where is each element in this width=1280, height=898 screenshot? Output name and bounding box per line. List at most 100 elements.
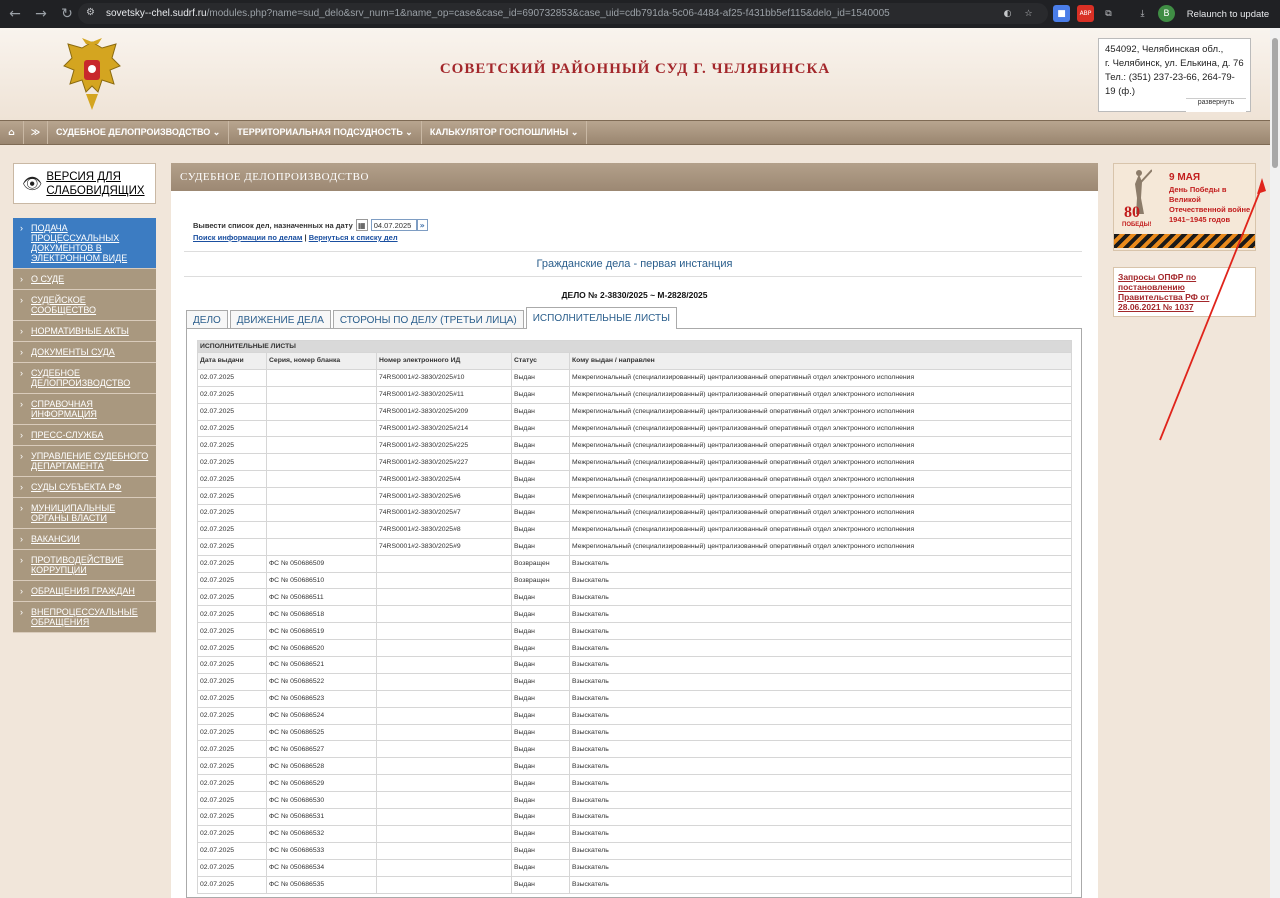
sidebar-item-anticorruption[interactable]: › ПРОТИВОДЕЙСТВИЕ КОРРУПЦИИ bbox=[13, 550, 156, 581]
cell-recipient: Взыскатель bbox=[569, 841, 1072, 860]
cell-electronic-id bbox=[376, 554, 512, 573]
cell-form-number: ФС № 050686532 bbox=[266, 824, 377, 843]
download-icon[interactable]: ⤓ bbox=[1134, 5, 1151, 22]
sidebar-item-label: ОБРАЩЕНИЯ ГРАЖДАН bbox=[31, 586, 135, 596]
cell-form-number bbox=[266, 368, 377, 387]
cell-status: Выдан bbox=[511, 774, 570, 793]
date-input[interactable]: 04.07.2025 bbox=[370, 219, 417, 231]
sidebar-item-proceedings[interactable]: › СУДЕБНОЕ ДЕЛОПРОИЗВОДСТВО bbox=[13, 363, 156, 394]
nav-item-court-proceedings[interactable]: СУДЕБНОЕ ДЕЛОПРОИЗВОДСТВО ⌄ bbox=[48, 121, 230, 144]
go-arrow-icon[interactable]: » bbox=[416, 219, 428, 231]
cell-form-number: ФС № 050686510 bbox=[266, 571, 377, 590]
cell-electronic-id bbox=[376, 706, 512, 725]
cell-electronic-id: 74RS0001#2-3830/2025#209 bbox=[376, 402, 512, 421]
cell-form-number: ФС № 050686529 bbox=[266, 774, 377, 793]
tab-case-movement[interactable]: ДВИЖЕНИЕ ДЕЛА bbox=[229, 310, 331, 329]
cell-status: Выдан bbox=[511, 808, 570, 826]
cell-status: Выдан bbox=[511, 487, 570, 506]
opfr-requests-link[interactable]: Запросы ОПФР по постановлению Правительс… bbox=[1113, 267, 1256, 317]
puzzle-icon[interactable]: ⧉ bbox=[1100, 5, 1117, 22]
cell-issue-date: 02.07.2025 bbox=[197, 537, 267, 556]
table-row: 02.07.2025 ФС № 050686534 Выдан Взыскатель bbox=[197, 858, 1072, 877]
cell-issue-date: 02.07.2025 bbox=[197, 774, 267, 793]
tab-parties[interactable]: СТОРОНЫ ПО ДЕЛУ (ТРЕТЬИ ЛИЦА) bbox=[332, 310, 524, 329]
column-header: Номер электронного ИД bbox=[376, 352, 512, 370]
cell-issue-date: 02.07.2025 bbox=[197, 436, 267, 455]
cell-electronic-id bbox=[376, 858, 512, 877]
cell-issue-date: 02.07.2025 bbox=[197, 419, 267, 438]
site-info-icon[interactable]: ⚙ bbox=[86, 7, 100, 21]
forward-icon[interactable]: → bbox=[30, 3, 52, 25]
relaunch-button[interactable]: Relaunch to update bbox=[1180, 4, 1276, 24]
address-bar[interactable]: ⚙ sovetsky--chel.sudrf.ru/modules.php?na… bbox=[78, 3, 1048, 24]
cell-form-number: ФС № 050686523 bbox=[266, 689, 377, 708]
sidebar-item-reference[interactable]: › СПРАВОЧНАЯ ИНФОРМАЦИЯ bbox=[13, 394, 156, 425]
cell-status: Выдан bbox=[511, 470, 570, 489]
sidebar-item-appeals[interactable]: › ОБРАЩЕНИЯ ГРАЖДАН bbox=[13, 581, 156, 602]
table-row: 02.07.2025 ФС № 050686527 Выдан Взыскатель bbox=[197, 740, 1072, 759]
cell-recipient: Межрегиональный (специализированный) цен… bbox=[569, 487, 1072, 506]
translate-icon[interactable]: ◐ bbox=[999, 5, 1016, 22]
sidebar-item-e-filing[interactable]: › ПОДАЧА ПРОЦЕССУАЛЬНЫХ ДОКУМЕНТОВ В ЭЛЕК… bbox=[13, 218, 156, 269]
cell-electronic-id: 74RS0001#2-3830/2025#214 bbox=[376, 419, 512, 438]
sidebar-item-department[interactable]: › УПРАВЛЕНИЕ СУДЕБНОГО ДЕПАРТАМЕНТА bbox=[13, 446, 156, 477]
bookmark-star-icon[interactable]: ☆ bbox=[1020, 5, 1037, 22]
table-row: 02.07.2025 ФС № 050686519 Выдан Взыскатель bbox=[197, 622, 1072, 641]
banner-text: День Победы в Великой Отечественной войн… bbox=[1169, 185, 1251, 224]
nav-item-fee-calculator[interactable]: КАЛЬКУЛЯТОР ГОСПОШЛИНЫ ⌄ bbox=[422, 121, 588, 144]
cell-issue-date: 02.07.2025 bbox=[197, 858, 267, 877]
cell-electronic-id bbox=[376, 723, 512, 742]
cell-status: Выдан bbox=[511, 419, 570, 438]
sidebar-item-regulations[interactable]: › НОРМАТИВНЫЕ АКТЫ bbox=[13, 321, 156, 342]
scrollbar-thumb[interactable] bbox=[1272, 38, 1278, 168]
tab-writs[interactable]: ИСПОЛНИТЕЛЬНЫЕ ЛИСТЫ bbox=[525, 307, 677, 329]
cell-form-number bbox=[266, 487, 377, 506]
sidebar-item-documents[interactable]: › ДОКУМЕНТЫ СУДА bbox=[13, 342, 156, 363]
sidebar-item-vacancies[interactable]: › ВАКАНСИИ bbox=[13, 529, 156, 550]
sidebar-item-press[interactable]: › ПРЕСС-СЛУЖБА bbox=[13, 425, 156, 446]
adblock-icon[interactable]: ABP bbox=[1077, 5, 1094, 22]
victory-day-banner[interactable]: 80 ПОБЕДЫ! 9 МАЯ День Победы в Великой О… bbox=[1113, 163, 1256, 251]
search-cases-link[interactable]: Поиск информации по делам bbox=[193, 233, 302, 242]
table-row: 02.07.2025 74RS0001#2-3830/2025#11 Выдан Ме… bbox=[197, 385, 1072, 404]
profile-avatar[interactable]: B bbox=[1158, 5, 1175, 22]
tab-case[interactable]: ДЕЛО bbox=[186, 310, 228, 329]
arrow-icon: › bbox=[20, 451, 23, 461]
cell-electronic-id bbox=[376, 774, 512, 793]
cell-issue-date: 02.07.2025 bbox=[197, 824, 267, 843]
phone-line: 19 (ф.) bbox=[1105, 86, 1135, 97]
sidebar-item-about[interactable]: › О СУДЕ bbox=[13, 269, 156, 290]
column-header: Серия, номер бланка bbox=[266, 352, 377, 370]
cell-issue-date: 02.07.2025 bbox=[197, 875, 267, 894]
table-row: 02.07.2025 ФС № 050686522 Выдан Взыскатель bbox=[197, 672, 1072, 691]
sidebar-item-label: ВНЕПРОЦЕССУАЛЬНЫЕ ОБРАЩЕНИЯ bbox=[31, 607, 138, 627]
cell-form-number: ФС № 050686520 bbox=[266, 639, 377, 658]
nav-item-jurisdiction[interactable]: ТЕРРИТОРИАЛЬНАЯ ПОДСУДНОСТЬ ⌄ bbox=[229, 121, 422, 144]
sidebar-item-municipal[interactable]: › МУНИЦИПАЛЬНЫЕ ОРГАНЫ ВЛАСТИ bbox=[13, 498, 156, 529]
reload-icon[interactable]: ↻ bbox=[56, 3, 78, 25]
eye-icon: 👁 bbox=[22, 174, 43, 193]
accessibility-version-link[interactable]: 👁 ВЕРСИЯ ДЛЯ СЛАБОВИДЯЩИХ bbox=[13, 163, 156, 204]
table-row: 02.07.2025 ФС № 050686525 Выдан Взыскатель bbox=[197, 723, 1072, 742]
cell-recipient: Взыскатель bbox=[569, 875, 1072, 894]
expand-contacts-button[interactable]: развернуть bbox=[1186, 98, 1246, 112]
cell-form-number: ФС № 050686524 bbox=[266, 706, 377, 725]
breadcrumb-arrow-icon[interactable]: ≫ bbox=[24, 121, 48, 144]
sidebar-item-regional-courts[interactable]: › СУДЫ СУБЪЕКТА РФ bbox=[13, 477, 156, 498]
table-row: 02.07.2025 74RS0001#2-3830/2025#209 Выдан М… bbox=[197, 402, 1072, 421]
sidebar-item-extra-procedural[interactable]: › ВНЕПРОЦЕССУАЛЬНЫЕ ОБРАЩЕНИЯ bbox=[13, 602, 156, 633]
cell-status: Выдан bbox=[511, 436, 570, 455]
back-to-list-link[interactable]: Вернуться к списку дел bbox=[309, 233, 398, 242]
calendar-icon[interactable]: ▦ bbox=[355, 219, 368, 231]
cell-form-number: ФС № 050686534 bbox=[266, 858, 377, 877]
sidebar-item-judges[interactable]: › СУДЕЙСКОЕ СООБЩЕСТВО bbox=[13, 290, 156, 321]
cell-issue-date: 02.07.2025 bbox=[197, 554, 267, 573]
page-scrollbar[interactable] bbox=[1270, 28, 1280, 898]
back-icon[interactable]: ← bbox=[4, 3, 26, 25]
cell-recipient: Взыскатель bbox=[569, 656, 1072, 674]
sidebar-item-label: ВАКАНСИИ bbox=[31, 534, 80, 544]
cell-electronic-id: 74RS0001#2-3830/2025#227 bbox=[376, 453, 512, 472]
extension-icon[interactable]: ■ bbox=[1053, 5, 1070, 22]
cell-recipient: Взыскатель bbox=[569, 588, 1072, 607]
home-icon[interactable]: ⌂ bbox=[0, 121, 24, 144]
